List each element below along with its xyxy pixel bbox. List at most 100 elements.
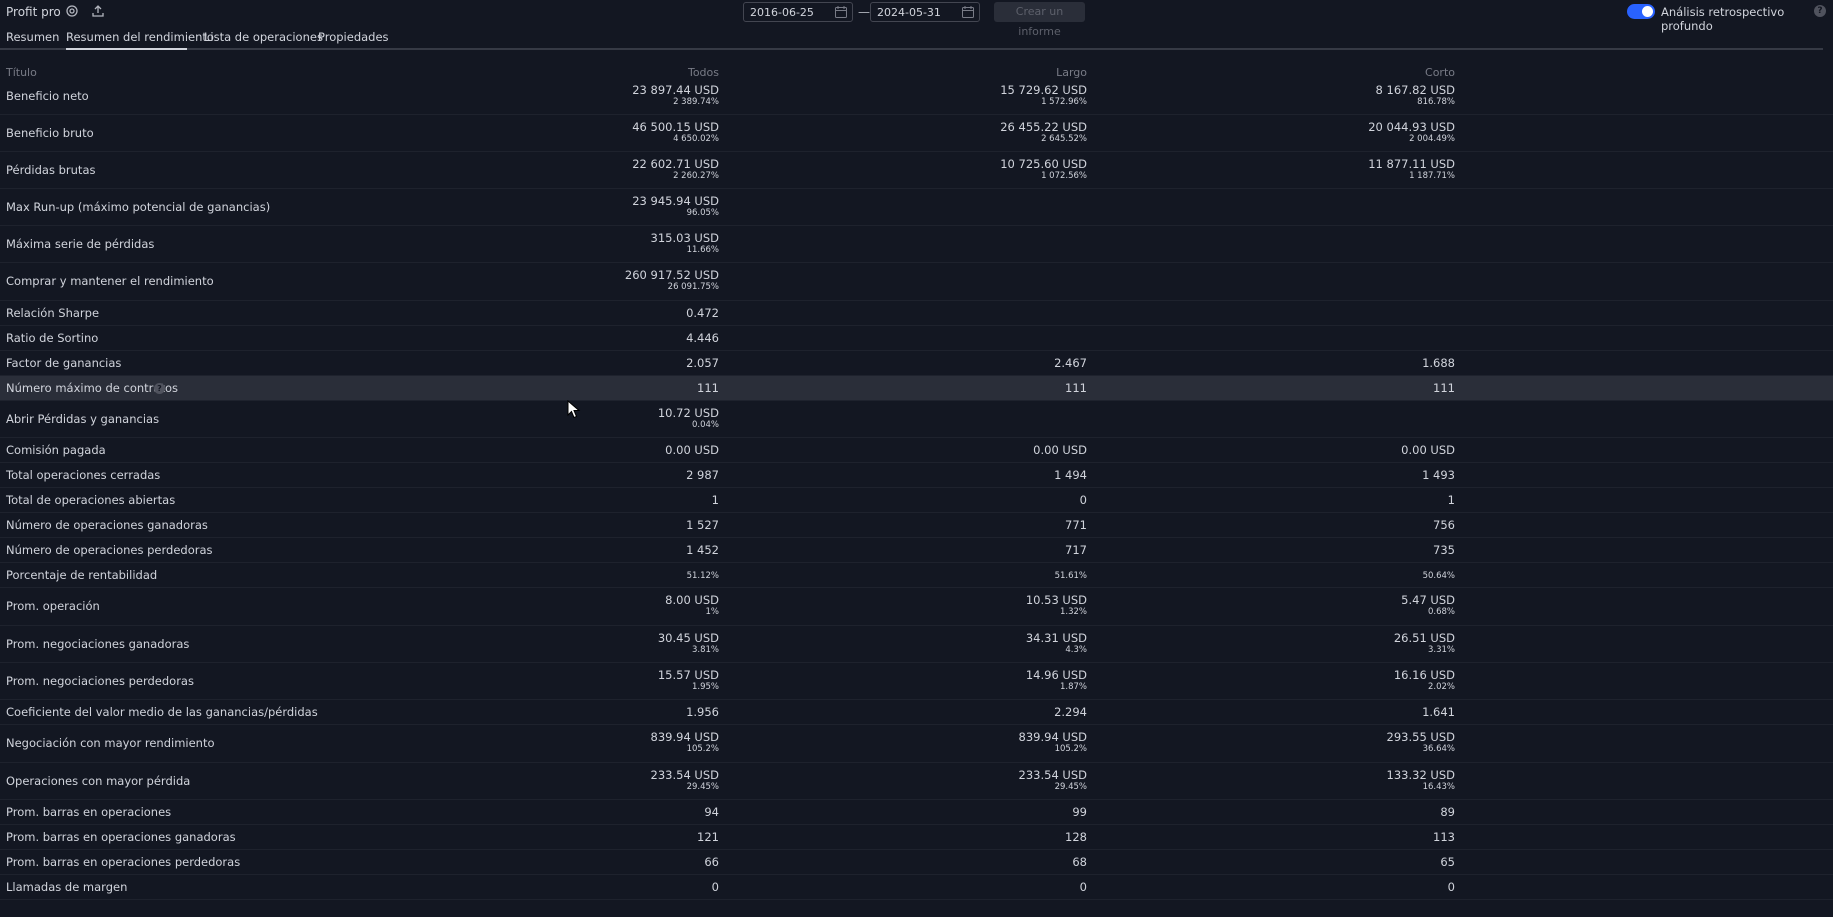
cell-percent: 1.87% [1059,682,1087,692]
cell-value: 2.294 [1054,704,1087,719]
row-label: Coeficiente del valor medio de las ganan… [6,704,318,719]
tab-lista-operaciones[interactable]: Lista de operaciones [204,30,323,44]
cell-short: 133.32 USD 16.43% [1387,768,1455,792]
cell-value: 89 [1440,804,1455,819]
tab-propiedades[interactable]: Propiedades [318,30,389,44]
table-row: Prom. barras en operaciones 94 99 89 [0,800,1833,825]
cell-long: 0 [1080,493,1087,507]
cell-short: 1 493 [1422,468,1455,482]
cell-all: 66 [704,855,719,869]
table-row: Comprar y mantener el rendimiento 260 917… [0,263,1833,301]
create-report-button[interactable]: Crear un informe [994,2,1085,38]
cell-long: 51.61% [1055,571,1087,581]
cell-long: 2.467 [1054,356,1087,370]
cell-value: 16.16 USD [1393,668,1455,682]
end-date-input[interactable]: 2024-05-31 [870,2,980,22]
cell-percent: 50.64% [1422,570,1455,581]
cell-value: 4.446 [686,330,719,345]
cell-short: 20 044.93 USD 2 004.49% [1368,120,1455,144]
row-label: Factor de ganancias [6,355,122,370]
cell-value: 15.57 USD [657,668,719,682]
cell-value: 0 [1079,879,1087,894]
cell-value: 1 527 [686,517,719,532]
cell-all: 260 917.52 USD 26 091.75% [625,268,719,292]
row-label: Máxima serie de pérdidas [6,236,155,251]
cell-long: 15 729.62 USD 1 572.96% [1000,83,1087,107]
cell-value: 111 [1065,380,1087,395]
cell-value: 94 [704,804,719,819]
cell-all: 94 [704,805,719,819]
settings-icon[interactable] [64,3,80,19]
cell-percent: 1% [705,607,720,617]
row-label: Número máximo de contratos [6,380,178,395]
cell-short: 89 [1440,805,1455,819]
row-label: Comisión pagada [6,442,106,457]
cell-all: 233.54 USD 29.45% [651,768,719,792]
cell-all: 15.57 USD 1.95% [658,668,719,692]
cell-all: 8.00 USD 1% [665,593,719,617]
row-label: Número de operaciones ganadoras [6,517,208,532]
cell-value: 46 500.15 USD [632,120,719,134]
end-date-value: 2024-05-31 [877,6,941,19]
active-tab-indicator [66,48,187,50]
table-row: Max Run-up (máximo potencial de ganancia… [0,189,1833,226]
cell-value: 0.00 USD [1401,442,1455,457]
cell-value: 2.467 [1054,355,1087,370]
row-label: Total de operaciones abiertas [6,492,176,507]
row-label: Prom. operación [6,599,100,613]
cell-long: 839.94 USD 105.2% [1019,730,1087,754]
table-row: Porcentaje de rentabilidad 51.12% 51.61% 50… [0,563,1833,588]
cell-short: 16.16 USD 2.02% [1394,668,1455,692]
calendar-icon[interactable] [961,5,975,19]
cell-short: 5.47 USD 0.68% [1401,593,1455,617]
cell-percent: 105.2% [1054,744,1087,754]
cell-percent: 3.81% [691,645,719,655]
tab-resumen-rendimiento[interactable]: Resumen del rendimiento [66,30,214,44]
table-row: Ratio de Sortino 4.446 [0,326,1833,351]
cell-percent: 105.2% [686,744,719,754]
row-label: Comprar y mantener el rendimiento [6,274,214,288]
help-icon[interactable]: ? [1814,5,1826,17]
tab-bar: Resumen Resumen del rendimiento Lista de… [0,24,1833,50]
cell-long: 128 [1065,830,1087,844]
cell-all: 121 [697,830,719,844]
cell-percent: 816.78% [1417,97,1455,107]
cell-all: 1 527 [686,518,719,532]
cell-percent: 36.64% [1422,744,1455,754]
deep-backtest-toggle[interactable] [1627,4,1655,19]
row-label: Relación Sharpe [6,305,100,320]
cell-value: 0 [1079,492,1087,507]
export-icon[interactable] [90,3,106,19]
cell-value: 23 945.94 USD [632,194,719,208]
cell-value: 65 [1440,854,1455,869]
table-row: Pérdidas brutas 22 602.71 USD 2 260.27% 10 … [0,152,1833,189]
cell-percent: 2 645.52% [1041,134,1087,144]
cell-short: 293.55 USD 36.64% [1387,730,1455,754]
cell-value: 1 [711,492,719,507]
cell-short: 8 167.82 USD 816.78% [1376,83,1455,107]
cell-value: 1.956 [686,704,719,719]
cell-value: 1 452 [686,542,719,557]
cell-all: 0.472 [686,306,719,320]
table-row: Prom. barras en operaciones perdedoras 66… [0,850,1833,875]
cell-value: 1 [1447,492,1455,507]
table-row: Prom. negociaciones perdedoras 15.57 USD 1… [0,663,1833,700]
calendar-icon[interactable] [834,5,848,19]
cell-short: 756 [1433,518,1455,532]
cell-value: 2 987 [686,467,719,482]
cell-percent: 0.68% [1427,607,1455,617]
cell-value: 0.00 USD [1033,442,1087,457]
cell-long: 111 [1065,381,1087,395]
top-toolbar: Profit pro 2016-06-25 — 2024-05-31 Crear… [0,0,1833,38]
cell-long: 34.31 USD 4.3% [1026,631,1087,655]
cell-value: 14.96 USD [1025,668,1087,682]
tab-resumen[interactable]: Resumen [6,30,59,44]
cell-all: 111 [697,381,719,395]
cell-short: 1.641 [1422,705,1455,719]
cell-all: 1 452 [686,543,719,557]
table-row: Negociación con mayor rendimiento 839.94 … [0,725,1833,763]
help-icon[interactable]: ? [154,382,165,394]
cell-long: 0 [1080,880,1087,894]
start-date-input[interactable]: 2016-06-25 [743,2,853,22]
cell-value: 11 877.11 USD [1368,157,1455,171]
